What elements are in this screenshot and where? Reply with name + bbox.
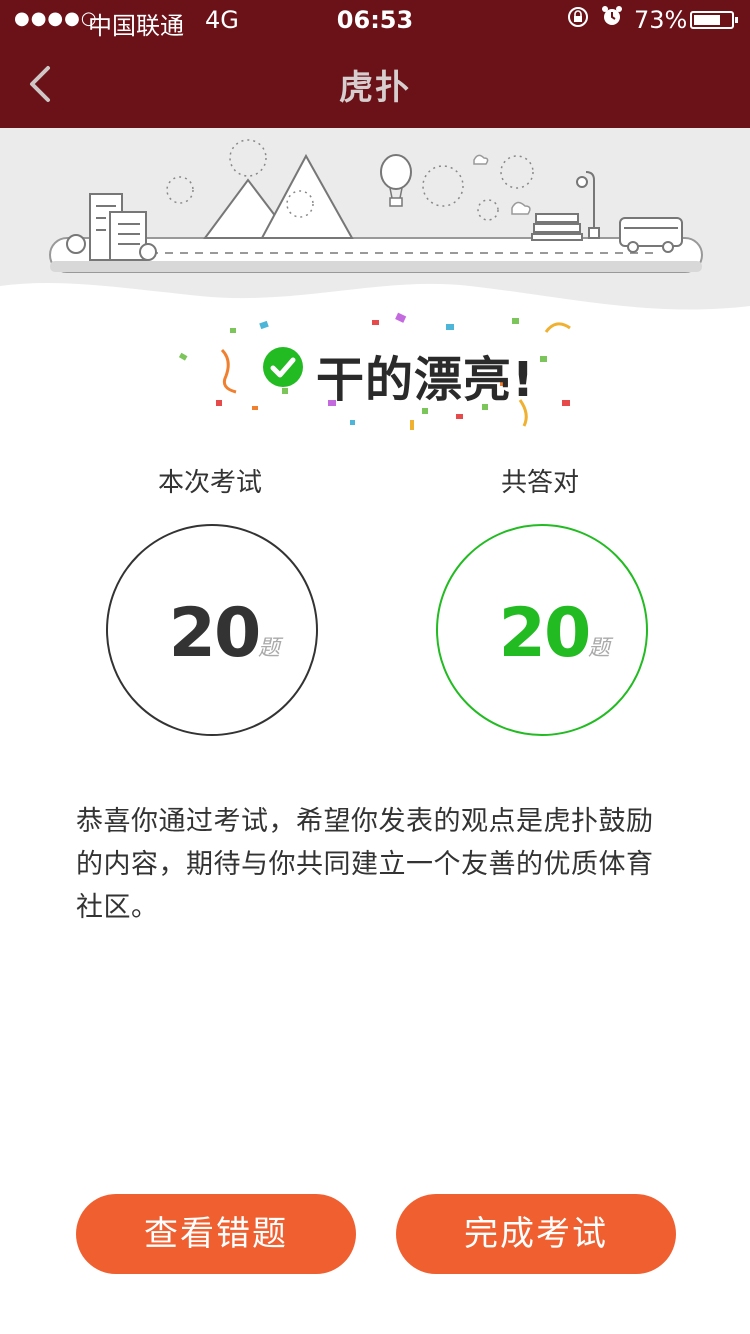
check-circle-icon [262, 346, 304, 388]
total-questions-circle: 20 题 [106, 524, 318, 736]
total-questions-label: 本次考试 [157, 468, 262, 498]
review-wrong-button[interactable]: 查看错题 [76, 1194, 356, 1274]
correct-answers-label: 共答对 [500, 468, 579, 498]
battery-percent: 73% [634, 6, 688, 34]
nav-bar: 虎扑 [0, 40, 750, 128]
correct-answers-value: 20 [498, 594, 592, 673]
result-headline: 干的漂亮! [316, 352, 535, 408]
total-questions-unit: 题 [258, 636, 281, 661]
congratulation-message: 恭喜你通过考试，希望你发表的观点是虎扑鼓励的内容，期待与你共同建立一个友善的优质… [76, 806, 654, 923]
correct-answers-unit: 题 [588, 636, 611, 661]
city-banner-illustration [0, 128, 750, 328]
alarm-icon [601, 5, 623, 33]
status-bar: ●●●●○ 中国联通 4G 06:53 73% [0, 0, 750, 40]
finish-exam-button[interactable]: 完成考试 [396, 1194, 676, 1274]
correct-answers-circle: 20 题 [436, 524, 648, 736]
total-questions-value: 20 [168, 594, 262, 673]
battery-icon [690, 11, 738, 29]
battery-fill [694, 15, 720, 25]
battery-tip [735, 17, 738, 23]
orientation-lock-icon [567, 6, 589, 34]
page-title: 虎扑 [339, 68, 411, 108]
